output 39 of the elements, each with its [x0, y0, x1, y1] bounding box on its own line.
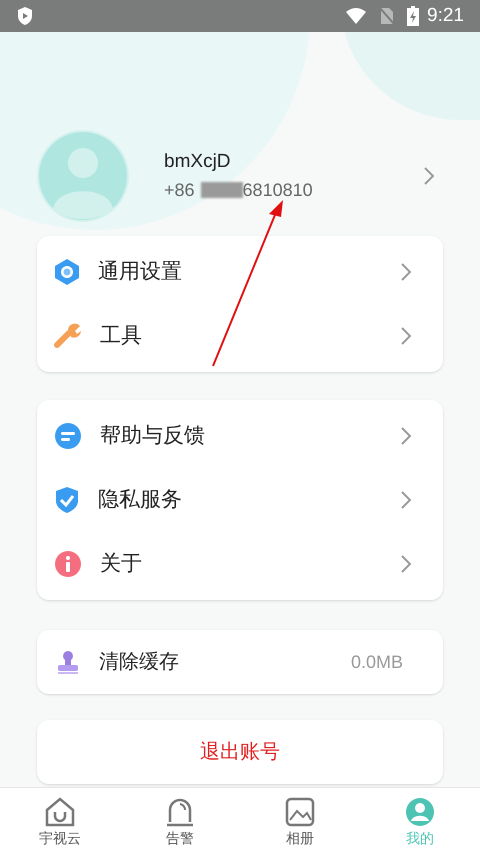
- battery-icon: [407, 6, 420, 26]
- stamp-icon: [57, 650, 79, 674]
- menu-label: 清除缓存: [99, 650, 180, 675]
- phone-number: 6810810: [242, 178, 313, 202]
- menu-item[interactable]: 通用设置: [37, 240, 443, 304]
- clear-cache-row[interactable]: 清除缓存 0.0MB: [37, 630, 443, 694]
- image-icon: [284, 796, 316, 828]
- nav-tab[interactable]: 宇视云: [0, 788, 120, 853]
- menu-item[interactable]: 关于: [37, 532, 443, 596]
- no-sim-icon: [379, 7, 396, 25]
- message-icon: [54, 422, 82, 450]
- menu-item[interactable]: 帮助与反馈: [37, 404, 443, 468]
- person-icon: [404, 796, 436, 828]
- cache-size: 0.0MB: [350, 650, 403, 674]
- gear-icon: [54, 258, 80, 286]
- nav-tab[interactable]: 相册: [240, 788, 360, 853]
- wrench-icon: [54, 323, 82, 349]
- avatar-icon: [37, 130, 129, 222]
- user-name: bmXcjD: [164, 150, 232, 174]
- logout-button[interactable]: 退出账号: [37, 720, 443, 784]
- chevron-right-icon: [401, 555, 411, 573]
- menu-item[interactable]: 隐私服务: [37, 468, 443, 532]
- redacted-block: [200, 182, 243, 198]
- chevron-right-icon: [401, 327, 411, 345]
- chevron-right-icon: [401, 427, 411, 445]
- wifi-icon: [345, 8, 368, 24]
- shield-icon: [16, 6, 34, 26]
- profile-header[interactable]: bmXcjD +86 6810810: [0, 32, 480, 236]
- menu-item[interactable]: 工具: [37, 304, 443, 368]
- shield-check-icon: [54, 486, 80, 514]
- chevron-right-icon: [424, 167, 434, 185]
- home-icon: [44, 796, 76, 828]
- nav-tab[interactable]: 告警: [120, 788, 240, 853]
- bell-icon: [164, 796, 196, 828]
- clock-time: 9:21: [427, 4, 464, 28]
- info-icon: [54, 550, 82, 578]
- chevron-right-icon: [401, 491, 411, 509]
- phone-prefix: +86: [164, 178, 195, 202]
- chevron-right-icon: [401, 263, 411, 281]
